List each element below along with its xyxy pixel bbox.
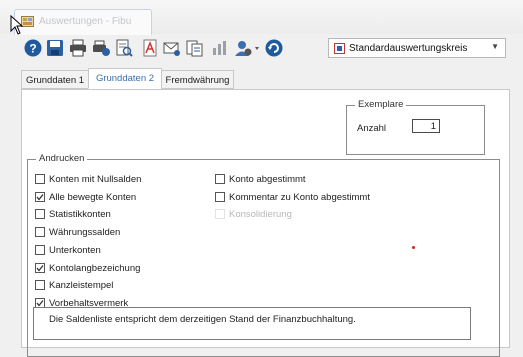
window-title: Auswertungen - Fibu bbox=[39, 16, 132, 27]
user-settings-button[interactable] bbox=[233, 38, 261, 58]
checkmark-icon bbox=[36, 193, 44, 201]
checkbox-box[interactable] bbox=[215, 191, 225, 202]
preview-icon bbox=[116, 39, 133, 57]
refresh-button[interactable] bbox=[264, 38, 284, 58]
email-icon bbox=[163, 42, 180, 56]
export-icon bbox=[186, 40, 203, 57]
checkbox-label: Kontolangbezeichung bbox=[49, 262, 141, 274]
chart-button[interactable] bbox=[210, 38, 230, 58]
pdf-button[interactable] bbox=[140, 38, 160, 58]
checkbox-box[interactable] bbox=[35, 262, 45, 273]
tab-fremdwaehrung[interactable]: Fremdwährung bbox=[161, 70, 234, 89]
anzahl-label: Anzahl bbox=[357, 123, 387, 134]
checkbox-box[interactable] bbox=[35, 227, 45, 238]
refresh-icon bbox=[265, 39, 283, 57]
mouse-cursor-icon bbox=[10, 14, 24, 35]
evaluation-circle-icon bbox=[334, 43, 345, 54]
auswertungskreis-select[interactable]: Standardauswertungskreis ▼ bbox=[328, 38, 506, 58]
exemplare-legend: Exemplare bbox=[355, 99, 407, 110]
export-button[interactable] bbox=[185, 38, 205, 58]
checkbox-label: Währungssalden bbox=[49, 227, 121, 239]
checkbox-box[interactable] bbox=[35, 244, 45, 255]
checkmark-icon bbox=[36, 299, 44, 307]
help-icon: ? bbox=[24, 39, 42, 57]
checkbox-box[interactable] bbox=[215, 174, 225, 184]
checkbox-box[interactable] bbox=[35, 209, 45, 220]
chart-icon bbox=[213, 41, 226, 55]
checkbox-label: Unterkonten bbox=[49, 244, 101, 256]
preview-button[interactable] bbox=[114, 38, 134, 58]
anzahl-input[interactable]: 1 bbox=[412, 119, 440, 133]
print-setup-icon bbox=[93, 40, 110, 56]
tab-grunddaten-2[interactable]: Grunddaten 2 bbox=[88, 68, 162, 89]
checkbox-box[interactable] bbox=[35, 191, 45, 202]
help-button[interactable]: ? bbox=[23, 38, 43, 58]
checkbox-label: Konsolidierung bbox=[229, 209, 292, 221]
tab-grunddaten-1[interactable]: Grunddaten 1 bbox=[21, 70, 89, 89]
checkbox-label: Statistikkonten bbox=[49, 209, 111, 221]
checkbox-box[interactable] bbox=[35, 280, 45, 291]
checkbox-label: Kommentar zu Konto abgestimmt bbox=[229, 191, 370, 203]
checkbox-box bbox=[215, 209, 225, 220]
checkbox-label: Alle bewegte Konten bbox=[49, 191, 137, 203]
andrucken-legend: Andrucken bbox=[36, 153, 88, 164]
window-tab[interactable]: Auswertungen - Fibu bbox=[14, 9, 152, 35]
print-icon bbox=[70, 39, 86, 57]
red-marker-dot bbox=[412, 246, 415, 249]
save-button[interactable] bbox=[45, 38, 65, 58]
checkbox-label: Konto abgestimmt bbox=[229, 174, 306, 185]
checkbox-label: Kanzleistempel bbox=[49, 280, 114, 292]
svg-text:?: ? bbox=[29, 42, 36, 56]
checkbox-box[interactable] bbox=[35, 174, 45, 184]
title-bar: Auswertungen - Fibu bbox=[0, 0, 523, 35]
checkmark-icon bbox=[36, 264, 44, 272]
auswertungskreis-value: Standardauswertungskreis bbox=[349, 43, 468, 54]
checkbox-label: Konten mit Nullsalden bbox=[49, 174, 142, 185]
print-button[interactable] bbox=[68, 38, 88, 58]
chevron-down-icon: ▼ bbox=[491, 42, 499, 51]
vorbehaltsvermerk-text: Die Saldenliste entspricht dem derzeitig… bbox=[49, 314, 356, 325]
vorbehaltsvermerk-textbox[interactable]: Die Saldenliste entspricht dem derzeitig… bbox=[33, 307, 471, 340]
pdf-icon bbox=[143, 39, 157, 57]
print-setup-button[interactable] bbox=[91, 38, 111, 58]
save-icon bbox=[47, 40, 63, 56]
email-button[interactable] bbox=[162, 38, 182, 58]
user-settings-icon bbox=[235, 41, 259, 56]
